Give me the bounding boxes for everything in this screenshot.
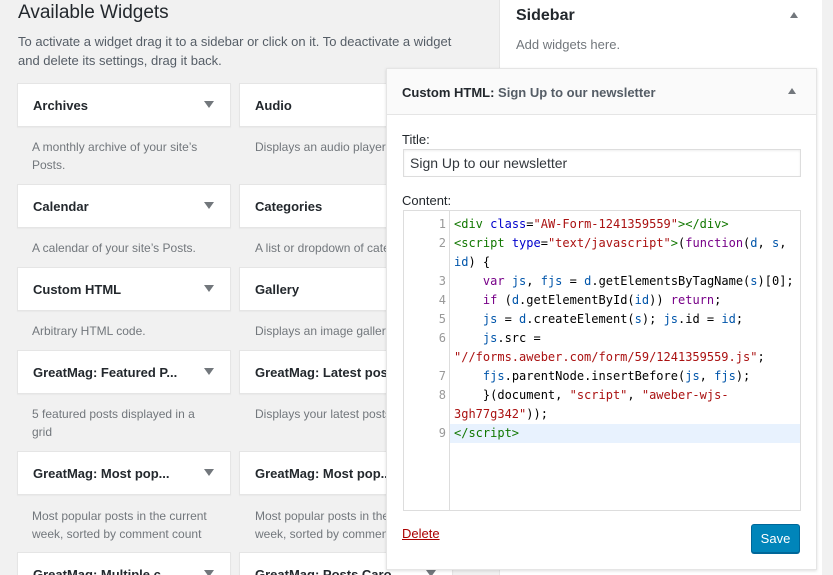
save-button[interactable]: Save xyxy=(751,524,800,553)
chevron-up-icon[interactable] xyxy=(788,88,796,94)
widget-title: Archives xyxy=(33,98,88,113)
code-line: js = d.createElement(s); js.id = id; xyxy=(482,312,744,326)
widget-description: Arbitrary HTML code. xyxy=(32,324,146,338)
chevron-down-icon[interactable] xyxy=(204,570,214,575)
widget-title: GreatMag: Most pop... xyxy=(33,466,170,481)
widget-instance-title: Sign Up to our newsletter xyxy=(494,85,656,100)
available-widgets-description: To activate a widget drag it to a sideba… xyxy=(18,34,452,68)
available-widgets-title: Available Widgets xyxy=(18,2,169,23)
chevron-down-icon[interactable] xyxy=(426,570,436,575)
widget-title: GreatMag: Featured P... xyxy=(33,365,178,380)
code-line: var js, fjs = d.getElementsByTagName(s)[… xyxy=(482,274,794,288)
code-line: id) { xyxy=(454,255,491,269)
chevron-up-icon[interactable] xyxy=(790,12,798,18)
widget-panel-header[interactable]: Custom HTML: Sign Up to our newsletter xyxy=(387,69,816,115)
code-editor[interactable]: 1 2 3 4 5 6 7 8 9 <div class="AW-Form-12… xyxy=(403,210,801,511)
sidebar-description: Add widgets here. xyxy=(516,37,621,52)
title-input[interactable] xyxy=(403,149,801,177)
line-number: 5 xyxy=(438,312,446,326)
widget-custom-html[interactable]: Custom HTML xyxy=(17,267,231,311)
custom-html-widget-panel: Custom HTML: Sign Up to our newsletter T… xyxy=(386,68,817,570)
widget-description: A monthly archive of your site’s Posts. xyxy=(32,140,198,172)
line-number: 8 xyxy=(438,388,446,402)
title-label: Title: xyxy=(402,132,430,147)
line-number: 3 xyxy=(438,274,446,288)
line-number: 6 xyxy=(438,331,446,345)
delete-link[interactable]: Delete xyxy=(402,526,440,541)
line-number: 4 xyxy=(438,293,446,307)
chevron-down-icon[interactable] xyxy=(204,101,214,108)
code-line: if (d.getElementById(id)) return; xyxy=(482,293,722,307)
content-label: Content: xyxy=(402,193,452,208)
code-line: <script type="text/javascript">(function… xyxy=(454,236,787,250)
line-number: 1 xyxy=(438,217,446,231)
chevron-down-icon[interactable] xyxy=(204,368,214,375)
code-line: 3gh77g342")); xyxy=(454,407,548,421)
widget-type-label: Custom HTML: xyxy=(402,85,495,100)
chevron-down-icon[interactable] xyxy=(204,469,214,476)
code-line: js.src = xyxy=(482,331,541,345)
line-number: 2 xyxy=(438,236,446,250)
line-number: 9 xyxy=(438,426,446,440)
chevron-down-icon[interactable] xyxy=(204,202,214,209)
code-line: }(document, "script", "aweber-wjs- xyxy=(454,388,729,402)
widget-calendar[interactable]: Calendar xyxy=(17,184,231,228)
line-number: 7 xyxy=(438,369,446,383)
widget-panel-title: Custom HTML: Sign Up to our newsletter xyxy=(402,85,656,100)
code-line: <div class="AW-Form-1241359559"></div> xyxy=(454,217,729,231)
widget-greatmag-featured[interactable]: GreatMag: Featured P... xyxy=(17,350,231,394)
code-line: fjs.parentNode.insertBefore(js, fjs); xyxy=(482,369,751,383)
sidebar-title[interactable]: Sidebar xyxy=(516,7,575,25)
widget-archives[interactable]: Archives xyxy=(17,83,231,127)
widget-description: Most popular posts in the current week, … xyxy=(32,509,207,541)
widget-greatmag-multiple[interactable]: GreatMag: Multiple c... xyxy=(17,552,231,575)
widget-greatmag-most-popular[interactable]: GreatMag: Most pop... xyxy=(17,451,231,495)
widget-description: 5 featured posts displayed in a grid xyxy=(32,407,195,439)
widget-title: Calendar xyxy=(33,199,89,214)
widget-title: Custom HTML xyxy=(33,282,122,297)
widget-title: GreatMag: Multiple c... xyxy=(33,567,172,575)
code-line: "//forms.aweber.com/form/59/1241359559.j… xyxy=(454,350,765,364)
chevron-down-icon[interactable] xyxy=(204,285,214,292)
widget-description: A calendar of your site’s Posts. xyxy=(32,241,196,255)
code-line: </script> xyxy=(454,426,520,440)
line-number-gutter xyxy=(404,211,450,510)
